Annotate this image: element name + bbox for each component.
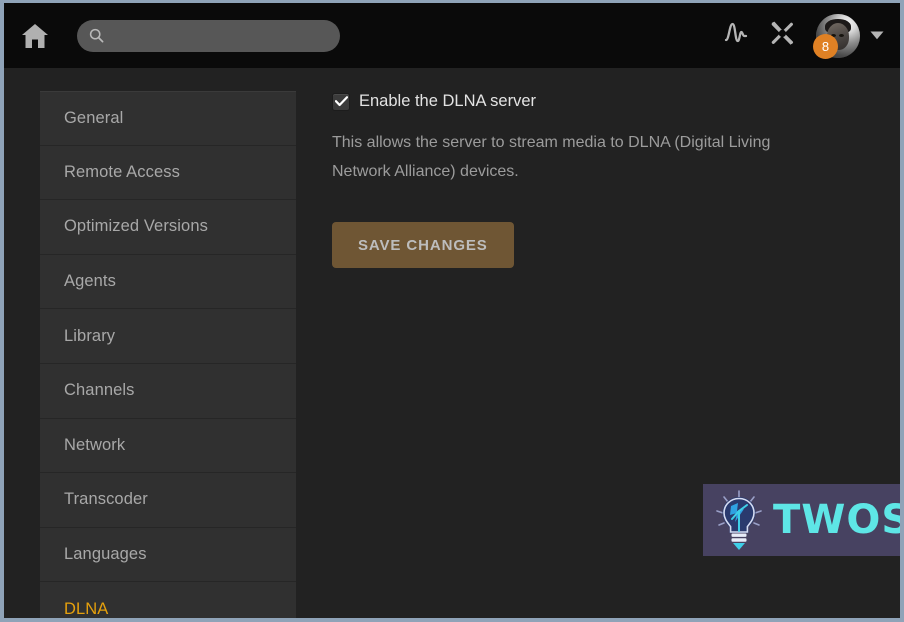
user-menu-button[interactable]: 8 <box>813 13 860 59</box>
home-button[interactable] <box>14 15 56 57</box>
app-window: 8 General Remote Access Optimized Versio… <box>0 0 904 622</box>
sidebar-item-label: Transcoder <box>64 490 148 509</box>
sidebar-item-library[interactable]: Library <box>40 309 296 364</box>
sidebar-item-dlna[interactable]: DLNA <box>40 582 296 618</box>
user-menu-dropdown[interactable] <box>866 16 888 56</box>
save-changes-button[interactable]: SAVE CHANGES <box>332 222 514 268</box>
sidebar-item-languages[interactable]: Languages <box>40 527 296 583</box>
tools-wrench-screwdriver-icon <box>769 20 796 52</box>
chevron-down-icon <box>870 27 884 45</box>
sidebar-item-network[interactable]: Network <box>40 418 296 474</box>
dlna-description: This allows the server to stream media t… <box>332 134 771 180</box>
settings-sidebar: General Remote Access Optimized Versions… <box>40 91 296 618</box>
lightbulb-icon <box>713 489 765 551</box>
enable-dlna-label: Enable the DLNA server <box>359 92 537 110</box>
sidebar-item-agents[interactable]: Agents <box>40 254 296 310</box>
tools-settings-button[interactable] <box>762 16 802 56</box>
sidebar-item-label: Remote Access <box>64 162 180 181</box>
activity-button[interactable] <box>716 16 756 56</box>
sidebar-item-label: Network <box>64 435 126 454</box>
search-input[interactable] <box>111 19 328 52</box>
search-box[interactable] <box>77 19 340 52</box>
sidebar-item-optimized-versions[interactable]: Optimized Versions <box>40 200 296 255</box>
avatar-eye-right <box>839 33 845 37</box>
sidebar-item-label: Optimized Versions <box>64 217 208 236</box>
enable-dlna-checkbox[interactable] <box>332 92 350 111</box>
sidebar-item-label: Channels <box>64 381 135 400</box>
sidebar-item-label: General <box>64 108 124 127</box>
sidebar-item-label: Agents <box>64 272 116 291</box>
sidebar-item-remote-access[interactable]: Remote Access <box>40 145 296 201</box>
sidebar-item-channels[interactable]: Channels <box>40 363 296 419</box>
sidebar-item-general[interactable]: General <box>40 91 296 146</box>
top-header-bar: 8 <box>4 3 900 68</box>
sidebar-item-label: DLNA <box>64 599 109 618</box>
enable-dlna-row[interactable]: Enable the DLNA server <box>332 92 870 111</box>
notification-badge[interactable]: 8 <box>813 33 838 59</box>
activity-pulse-icon <box>724 20 748 51</box>
checkmark-icon <box>334 96 348 107</box>
home-icon <box>21 23 49 49</box>
watermark-overlay: TWOS <box>703 484 904 556</box>
sidebar-item-label: Library <box>64 326 116 345</box>
watermark-text: TWOS <box>773 497 904 543</box>
sidebar-item-transcoder[interactable]: Transcoder <box>40 473 296 528</box>
search-icon <box>89 28 104 43</box>
sidebar-item-label: Languages <box>64 545 147 564</box>
